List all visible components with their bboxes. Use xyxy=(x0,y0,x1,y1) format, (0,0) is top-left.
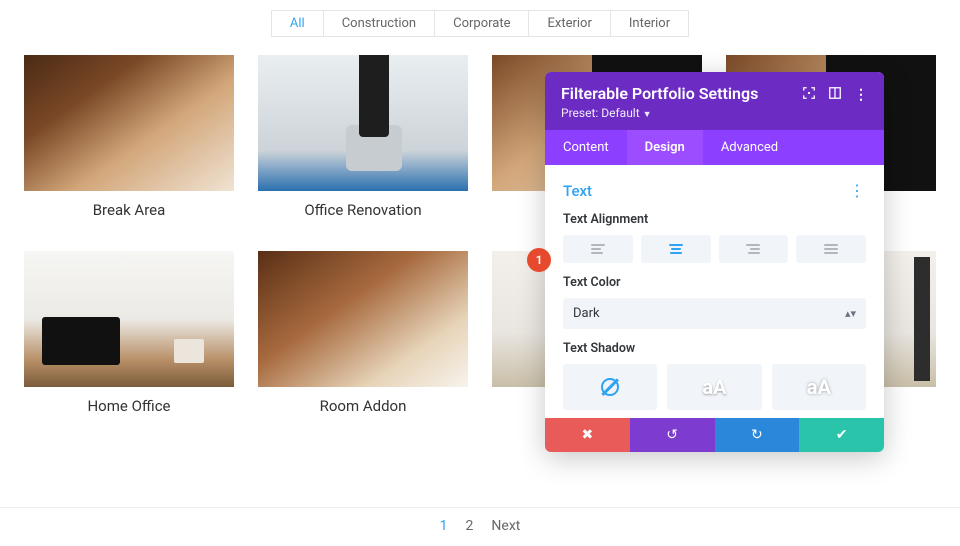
text-color-select[interactable]: Dark ▴▾ xyxy=(563,298,866,329)
thumbnail xyxy=(258,55,468,191)
thumbnail xyxy=(24,55,234,191)
settings-panel: Filterable Portfolio Settings Preset: De… xyxy=(545,72,884,452)
panel-tabs: Content Design Advanced xyxy=(545,130,884,165)
more-icon[interactable]: ⋮ xyxy=(854,87,868,103)
filter-tabs: All Construction Corporate Exterior Inte… xyxy=(0,0,960,55)
save-button[interactable]: ✔ xyxy=(799,418,884,452)
panel-body: Text ⋮ Text Alignment Text Color Dark ▴▾… xyxy=(545,165,884,418)
caption: Office Renovation xyxy=(258,201,468,219)
shadow-sample: aA xyxy=(807,375,831,399)
filter-tab-interior[interactable]: Interior xyxy=(610,10,689,37)
align-justify-button[interactable] xyxy=(796,235,866,263)
pagination: 1 2 Next xyxy=(0,507,960,534)
caption: Room Addon xyxy=(258,397,468,415)
label-text-shadow: Text Shadow xyxy=(563,341,866,356)
shadow-sample: aA xyxy=(702,375,726,399)
panel-title: Filterable Portfolio Settings xyxy=(561,84,758,103)
shadow-option-1[interactable]: aA xyxy=(667,364,761,410)
portfolio-item[interactable]: Break Area xyxy=(24,55,234,219)
filter-tab-exterior[interactable]: Exterior xyxy=(528,10,610,37)
section-text[interactable]: Text xyxy=(563,182,592,200)
filter-tab-all[interactable]: All xyxy=(271,10,324,37)
tab-design[interactable]: Design xyxy=(627,130,703,165)
align-right-button[interactable] xyxy=(719,235,789,263)
shadow-option-2[interactable]: aA xyxy=(772,364,866,410)
label-text-alignment: Text Alignment xyxy=(563,212,866,227)
close-icon: ✖ xyxy=(582,427,594,443)
tab-content[interactable]: Content xyxy=(545,130,627,165)
filter-tab-corporate[interactable]: Corporate xyxy=(434,10,529,37)
align-left-button[interactable] xyxy=(563,235,633,263)
cancel-button[interactable]: ✖ xyxy=(545,418,630,452)
panel-footer: ✖ ↺ ↻ ✔ xyxy=(545,418,884,452)
align-center-button[interactable] xyxy=(641,235,711,263)
text-shadow-row: aA aA xyxy=(563,364,866,410)
text-color-value: Dark xyxy=(573,306,600,321)
panel-preset[interactable]: Preset: Default ▼ xyxy=(561,106,758,120)
text-alignment-row xyxy=(563,235,866,263)
redo-icon: ↻ xyxy=(751,427,763,443)
panel-header[interactable]: Filterable Portfolio Settings Preset: De… xyxy=(545,72,884,130)
label-text-color: Text Color xyxy=(563,275,866,290)
portfolio-item[interactable]: Office Renovation xyxy=(258,55,468,219)
columns-icon[interactable] xyxy=(828,86,842,104)
undo-icon: ↺ xyxy=(666,427,678,443)
scan-icon[interactable] xyxy=(802,86,816,104)
page-next[interactable]: Next xyxy=(491,518,520,534)
none-icon xyxy=(601,378,619,396)
redo-button[interactable]: ↻ xyxy=(715,418,800,452)
chevron-down-icon: ▼ xyxy=(643,110,652,120)
shadow-none-button[interactable] xyxy=(563,364,657,410)
annotation-badge-1: 1 xyxy=(527,248,551,272)
tab-advanced[interactable]: Advanced xyxy=(703,130,796,165)
page-2[interactable]: 2 xyxy=(466,518,474,534)
portfolio-item[interactable]: Room Addon xyxy=(258,251,468,415)
thumbnail xyxy=(258,251,468,387)
check-icon: ✔ xyxy=(836,427,848,443)
page-1[interactable]: 1 xyxy=(440,518,448,534)
section-menu-icon[interactable]: ⋮ xyxy=(849,181,866,200)
select-chevron-icon: ▴▾ xyxy=(845,307,856,320)
undo-button[interactable]: ↺ xyxy=(630,418,715,452)
caption: Home Office xyxy=(24,397,234,415)
thumbnail xyxy=(24,251,234,387)
caption: Break Area xyxy=(24,201,234,219)
portfolio-item[interactable]: Home Office xyxy=(24,251,234,415)
filter-tab-construction[interactable]: Construction xyxy=(323,10,435,37)
